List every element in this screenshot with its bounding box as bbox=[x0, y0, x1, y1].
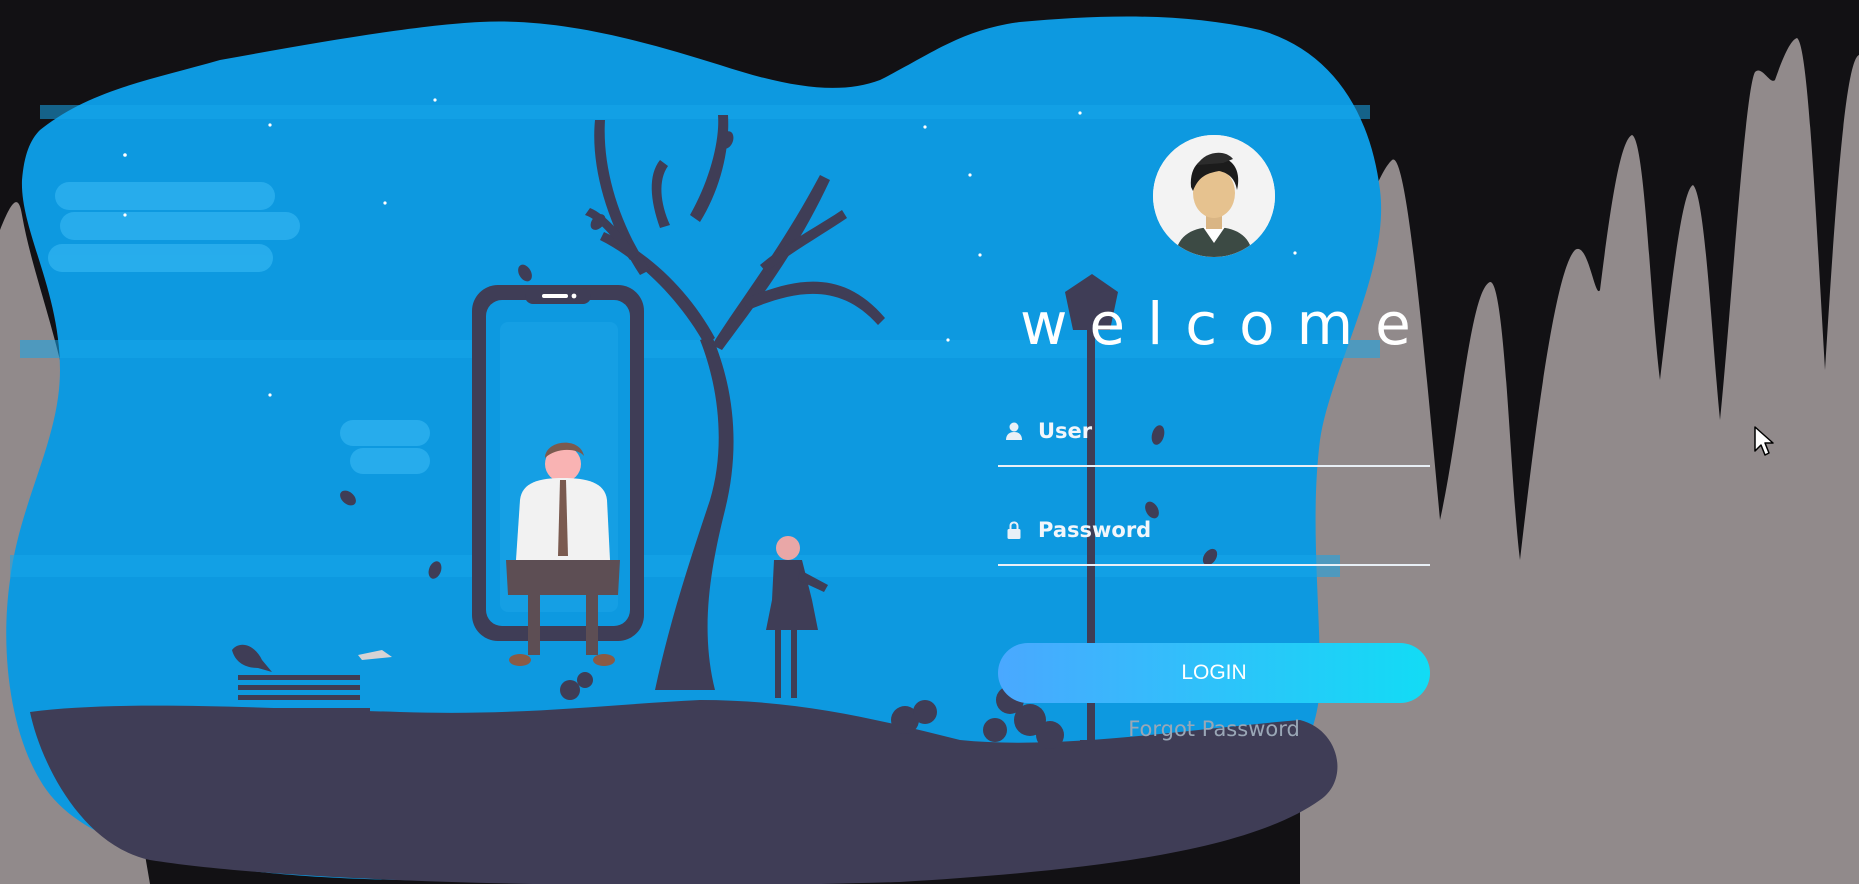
man-avatar-icon bbox=[1153, 135, 1275, 257]
password-field bbox=[998, 504, 1430, 566]
background-illustration bbox=[0, 16, 1859, 884]
mouse-cursor-icon bbox=[1754, 426, 1774, 456]
password-input[interactable] bbox=[1038, 510, 1418, 550]
user-input[interactable] bbox=[1038, 411, 1418, 451]
welcome-heading: welcome bbox=[1020, 290, 1433, 358]
login-form: welcome LOGIN Forgot Password bbox=[998, 135, 1430, 755]
user-field bbox=[998, 405, 1430, 467]
user-icon bbox=[1004, 421, 1024, 441]
lock-icon bbox=[1004, 520, 1024, 540]
login-button[interactable]: LOGIN bbox=[998, 643, 1430, 703]
forgot-password-link[interactable]: Forgot Password bbox=[998, 717, 1430, 741]
